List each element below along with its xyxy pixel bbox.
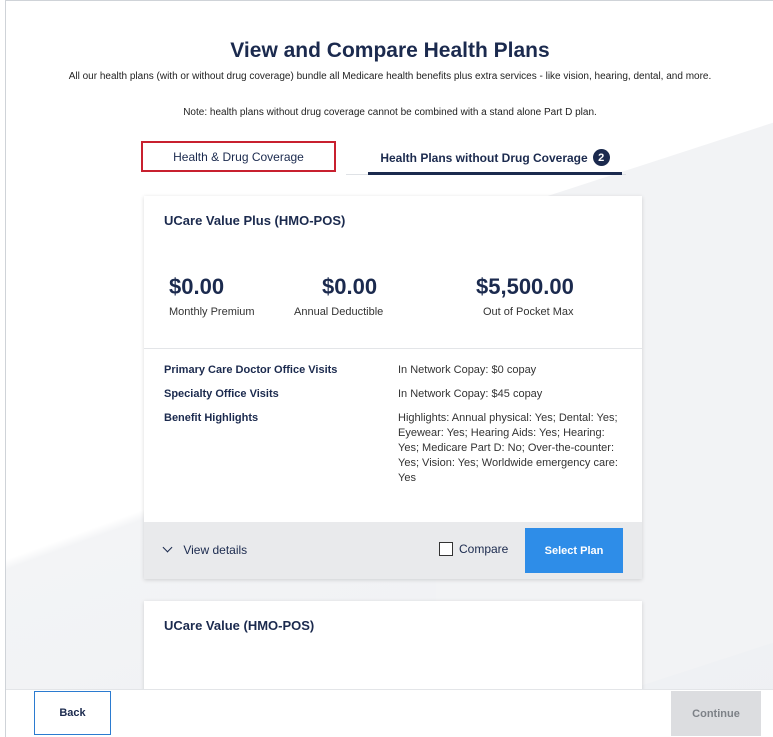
- view-details-label: View details: [183, 543, 248, 557]
- continue-button[interactable]: Continue: [671, 691, 761, 736]
- compare-label: Compare: [459, 542, 509, 556]
- page-title: View and Compare Health Plans: [230, 39, 550, 62]
- count-badge: 2: [592, 149, 610, 166]
- benefit-row: Benefit Highlights Highlights: Annual ph…: [164, 411, 634, 486]
- stat-label: Annual Deductible: [294, 306, 384, 318]
- tab-label: Health Plans without Drug Coverage: [380, 150, 588, 165]
- plan-card: UCare Value Plus (HMO-POS) $0.00 Monthly…: [144, 196, 642, 579]
- benefit-value: Highlights: Annual physical: Yes; Dental…: [398, 412, 618, 484]
- page-frame: View and Compare Health Plans All our he…: [5, 0, 773, 737]
- plan-tabs: Health & Drug Coverage Health Plans with…: [141, 141, 626, 177]
- view-details-toggle[interactable]: View details: [162, 542, 248, 557]
- tab-health-drug-coverage[interactable]: Health & Drug Coverage: [141, 141, 336, 172]
- tab-health-plans-without-drug[interactable]: Health Plans without Drug Coverage 2: [368, 143, 622, 175]
- stat-amount: $0.00: [322, 274, 378, 299]
- tab-label: Health & Drug Coverage: [173, 149, 304, 164]
- page-subtitle: All our health plans (with or without dr…: [68, 71, 712, 82]
- benefit-name: Benefit Highlights: [164, 412, 259, 424]
- benefits-list: Primary Care Doctor Office Visits In Net…: [164, 363, 634, 495]
- back-button[interactable]: Back: [34, 691, 111, 735]
- benefit-row: Primary Care Doctor Office Visits In Net…: [164, 363, 634, 378]
- stat-label: Monthly Premium: [169, 306, 255, 318]
- monthly-premium-stat: $0.00 Monthly Premium: [169, 274, 255, 318]
- select-plan-button[interactable]: Select Plan: [525, 528, 623, 573]
- out-of-pocket-max-stat: $5,500.00 Out of Pocket Max: [476, 274, 574, 318]
- card-actions: View details Compare Select Plan: [144, 522, 642, 579]
- annual-deductible-stat: $0.00 Annual Deductible: [294, 274, 383, 318]
- stat-amount: $5,500.00: [476, 274, 574, 299]
- compare-checkbox[interactable]: Compare: [439, 542, 508, 556]
- benefit-value: In Network Copay: $45 copay: [398, 388, 543, 400]
- chevron-down-icon: [162, 542, 173, 553]
- plan-name: UCare Value (HMO-POS): [164, 618, 315, 633]
- card-divider: [144, 348, 642, 349]
- benefit-row: Specialty Office Visits In Network Copay…: [164, 387, 634, 402]
- checkbox-icon[interactable]: [439, 542, 453, 556]
- plan-name: UCare Value Plus (HMO-POS): [164, 213, 346, 228]
- stat-amount: $0.00: [169, 274, 225, 299]
- benefit-name: Primary Care Doctor Office Visits: [164, 364, 338, 376]
- footer-bar: [6, 689, 773, 737]
- stat-label: Out of Pocket Max: [483, 306, 574, 318]
- benefit-name: Specialty Office Visits: [164, 388, 279, 400]
- benefit-value: In Network Copay: $0 copay: [398, 364, 537, 376]
- page-note: Note: health plans without drug coverage…: [183, 107, 597, 118]
